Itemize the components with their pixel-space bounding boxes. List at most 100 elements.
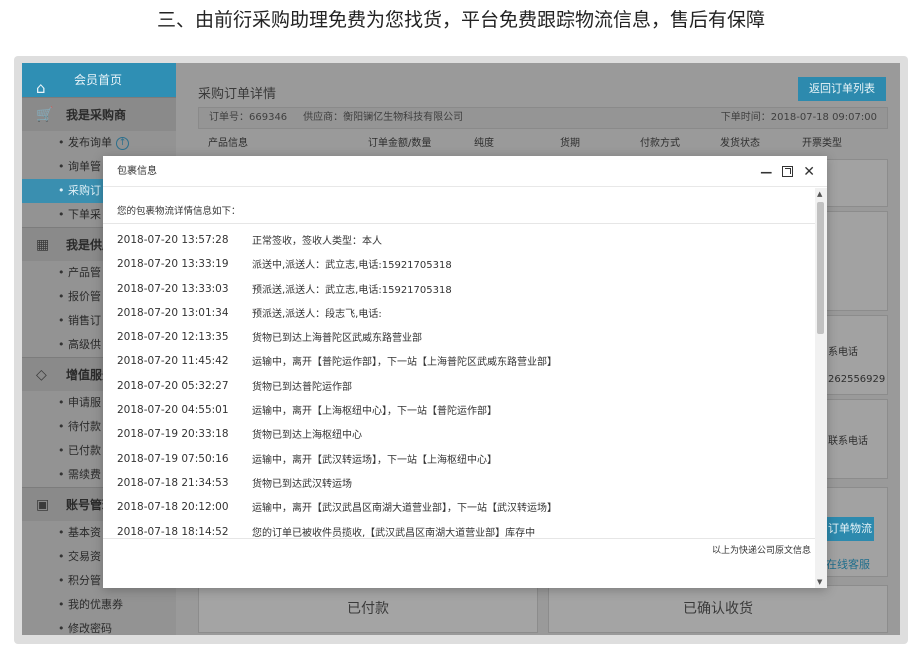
close-icon[interactable]: ✕ xyxy=(803,165,815,179)
track-message: 货物已到达上海枢纽中心 xyxy=(252,430,362,442)
ghost-contact-label: 联系电话 xyxy=(828,436,868,447)
sidebar-item-change-password[interactable]: 修改密码 xyxy=(22,617,176,635)
order-info-bar: 订单号：669346 供应商：衡阳镧亿生物科技有限公司 下单时间：2018-07… xyxy=(198,107,888,129)
dialog-header: 包裹信息 — ✕ xyxy=(103,156,827,187)
sidebar-item-label: 销售订 xyxy=(68,314,101,327)
dialog-body: 您的包裹物流详情信息如下： 2018-07-20 13:57:28 正常签收，签收… xyxy=(103,188,815,588)
list-item: 2018-07-20 05:32:27 货物已到达普陀运作部 xyxy=(103,374,815,398)
cart-icon: 🛒 xyxy=(36,107,54,123)
track-time: 2018-07-20 13:33:19 xyxy=(117,258,229,271)
page-headline: 三、由前衍采购助理免费为您找货，平台免费跟踪物流信息，售后有保障 xyxy=(156,9,765,31)
track-message: 预派送,派送人：武立志,电话:15921705318 xyxy=(252,284,452,296)
ghost-phone-label: 系电话 xyxy=(828,347,858,358)
track-time: 2018-07-20 05:32:27 xyxy=(117,379,229,392)
order-time: 下单时间：2018-07-18 09:07:00 xyxy=(720,112,877,123)
order-table-header: 产品信息 订单金额/数量 纯度 货期 付款方式 发货状态 开票类型 xyxy=(198,133,888,155)
package-info-dialog: 包裹信息 — ✕ 您的包裹物流详情信息如下： 2018-07-20 13:57:… xyxy=(103,156,827,588)
ghost-phone-value: 262556929 xyxy=(828,374,886,385)
list-item: 2018-07-20 13:33:03 预派送,派送人：武立志,电话:159217… xyxy=(103,277,815,301)
tracking-intro: 您的包裹物流详情信息如下： xyxy=(103,188,815,224)
list-item: 2018-07-18 21:34:53 货物已到达武汉转运场 xyxy=(103,471,815,495)
list-item: 2018-07-20 12:13:35 货物已到达上海普陀区武威东路营业部 xyxy=(103,325,815,349)
col-purity: 纯度 xyxy=(474,138,494,149)
sidebar-item-label: 修改密码 xyxy=(68,622,112,635)
sidebar-item-label: 交易资 xyxy=(68,550,101,563)
diamond-icon: ◇ xyxy=(36,367,47,383)
col-ship-status: 发货状态 xyxy=(720,138,760,149)
sidebar-item-label: 基本资 xyxy=(68,526,101,539)
sidebar-item-label: 积分管 xyxy=(68,574,101,587)
sidebar-item-label: 询单管 xyxy=(68,160,101,173)
tracking-list: 2018-07-20 13:57:28 正常签收，签收人类型：本人 2018-07… xyxy=(103,224,815,544)
scroll-down-icon[interactable]: ▼ xyxy=(817,578,822,586)
sidebar-item-label: 发布询单 xyxy=(68,136,112,149)
sidebar-item-label: 需续费 xyxy=(68,468,101,481)
track-message: 派送中,派送人：武立志,电话:15921705318 xyxy=(252,260,452,272)
track-time: 2018-07-20 12:13:35 xyxy=(117,331,229,344)
track-message: 货物已到达普陀运作部 xyxy=(252,381,352,393)
sidebar-home-label: 会员首页 xyxy=(74,73,123,87)
sidebar-item-label: 已付款 xyxy=(68,444,101,457)
supplier-name: 供应商：衡阳镧亿生物科技有限公司 xyxy=(303,112,464,123)
track-time: 2018-07-20 04:55:01 xyxy=(117,404,229,417)
track-message: 货物已到达上海普陀区武威东路营业部 xyxy=(252,333,422,345)
track-time: 2018-07-20 13:01:34 xyxy=(117,306,229,319)
track-time: 2018-07-20 13:57:28 xyxy=(117,234,229,246)
col-amount: 订单金额/数量 xyxy=(368,138,432,149)
track-message: 运输中，离开【上海枢纽中心】，下一站【普陀运作部】 xyxy=(252,406,497,418)
status-received: 已确认收货 xyxy=(548,585,888,633)
list-item: 2018-07-18 20:12:00 运输中，离开【武汉武昌区南湖大道营业部】，… xyxy=(103,495,815,519)
online-service-link[interactable]: 在线客服 xyxy=(826,556,870,572)
col-payment: 付款方式 xyxy=(640,138,680,149)
sidebar-home[interactable]: ⌂ 会员首页 xyxy=(22,63,176,97)
col-invoice: 开票类型 xyxy=(802,138,842,149)
sidebar-item-label: 申请服 xyxy=(68,396,101,409)
list-item: 2018-07-20 13:33:19 派送中,派送人：武立志,电话:159217… xyxy=(103,252,815,276)
sidebar-item-label: 报价管 xyxy=(68,290,101,303)
scroll-up-icon[interactable]: ▲ xyxy=(817,190,822,198)
track-time: 2018-07-20 11:45:42 xyxy=(117,355,229,368)
dialog-controls: — ✕ xyxy=(760,156,815,187)
order-number: 订单号：669346 xyxy=(209,112,288,123)
sidebar-group-label: 我是采购商 xyxy=(66,108,127,122)
store-icon: ▦ xyxy=(36,237,50,253)
track-time: 2018-07-19 07:50:16 xyxy=(117,452,229,465)
track-message: 您的订单已被收件员揽收,【武汉武昌区南湖大道营业部】库存中 xyxy=(252,527,536,539)
back-to-order-list-button[interactable]: 返回订单列表 xyxy=(798,77,886,101)
list-item: 2018-07-20 13:57:28 正常签收，签收人类型：本人 xyxy=(103,228,815,252)
list-item: 2018-07-19 07:50:16 运输中，离开【武汉转运场】，下一站【上海枢… xyxy=(103,447,815,471)
order-logistics-button[interactable]: 订单物流 xyxy=(826,517,874,541)
page-title: 采购订单详情 xyxy=(198,87,277,102)
sidebar-item-label: 我的优惠券 xyxy=(68,598,123,611)
sidebar-item-label: 产品管 xyxy=(68,266,101,279)
track-message: 运输中，离开【武汉武昌区南湖大道营业部】，下一站【武汉转运场】 xyxy=(252,503,557,515)
minimize-icon[interactable]: — xyxy=(760,165,772,179)
track-time: 2018-07-19 20:33:18 xyxy=(117,428,229,441)
track-message: 运输中，离开【普陀运作部】，下一站【上海普陀区武威东路营业部】 xyxy=(252,357,557,369)
status-paid: 已付款 xyxy=(198,585,538,633)
sidebar-item-label: 高级供 xyxy=(68,338,101,351)
track-time: 2018-07-20 13:33:03 xyxy=(117,282,229,295)
dialog-title: 包裹信息 xyxy=(117,166,157,177)
sidebar-group-buyer[interactable]: 🛒 我是采购商 xyxy=(22,97,176,131)
list-item: 2018-07-20 04:55:01 运输中，离开【上海枢纽中心】，下一站【普陀… xyxy=(103,398,815,422)
sidebar-item-publish-inquiry[interactable]: 发布询单 ↑ xyxy=(22,131,176,155)
sidebar-item-label: 采购订 xyxy=(68,184,101,197)
list-item: 2018-07-20 11:45:42 运输中，离开【普陀运作部】，下一站【上海普… xyxy=(103,349,815,373)
list-item: 2018-07-19 20:33:18 货物已到达上海枢纽中心 xyxy=(103,422,815,446)
maximize-icon[interactable] xyxy=(782,166,794,177)
track-message: 货物已到达武汉转运场 xyxy=(252,478,352,490)
track-time: 2018-07-18 20:12:00 xyxy=(117,501,229,514)
arrow-up-circle-icon: ↑ xyxy=(116,136,129,150)
track-time: 2018-07-18 18:14:52 xyxy=(117,525,229,538)
track-message: 运输中，离开【武汉转运场】，下一站【上海枢纽中心】 xyxy=(252,454,497,466)
sidebar-item-coupons[interactable]: 我的优惠券 xyxy=(22,593,176,617)
track-message: 预派送,派送人：段志飞,电话: xyxy=(252,308,382,320)
dialog-scrollbar[interactable]: ▲ ▼ xyxy=(815,188,827,588)
sidebar-item-label: 下单采 xyxy=(68,208,101,221)
sidebar-item-label: 待付款 xyxy=(68,420,101,433)
scrollbar-thumb[interactable] xyxy=(817,202,824,334)
list-item: 2018-07-20 13:01:34 预派送,派送人：段志飞,电话: xyxy=(103,301,815,325)
col-delivery: 货期 xyxy=(560,138,580,149)
tracking-footer-note: 以上为快递公司原文信息 xyxy=(103,538,815,568)
